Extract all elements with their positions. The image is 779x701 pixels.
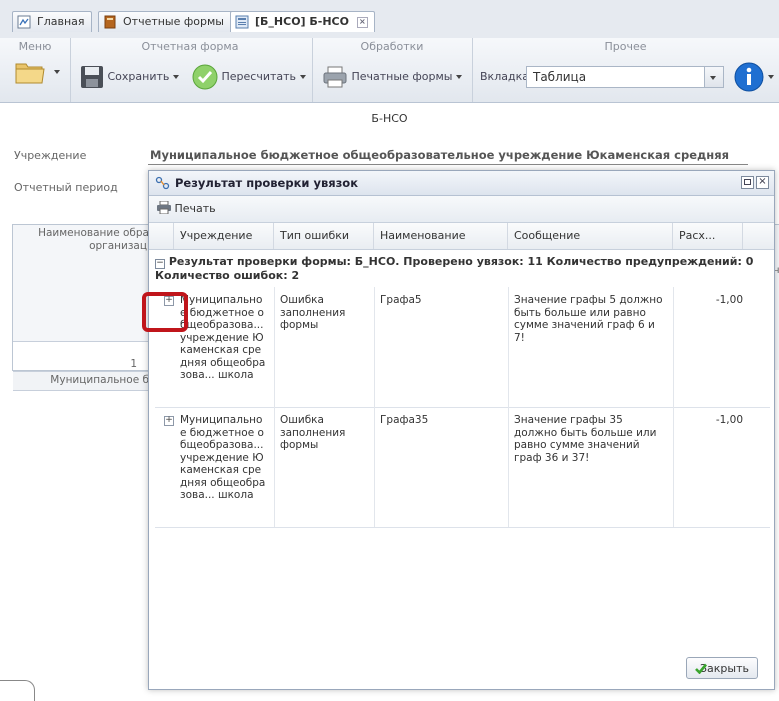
maximize-icon[interactable]	[741, 176, 754, 189]
chevron-down-icon[interactable]	[704, 67, 723, 87]
validation-dialog: Результат проверки увязок × Печать Учреж…	[148, 170, 775, 690]
cell-error-type: Ошибка заполнения формы	[280, 414, 346, 451]
cell-error-type: Ошибка заполнения формы	[280, 294, 346, 331]
floppy-icon	[81, 66, 103, 88]
cell-institution: Муниципальное бюджетное общеобразова... …	[180, 414, 266, 501]
background-grid: Наименование обра организац 1 Муниципаль…	[12, 224, 149, 391]
tab-select-value: Таблица	[533, 70, 587, 84]
bg-num: 1	[130, 358, 137, 370]
column-header-institution[interactable]: Учреждение	[174, 223, 274, 249]
menu-button[interactable]	[14, 58, 60, 84]
table-row[interactable]: + Муниципальное бюджетное общеобразова..…	[155, 407, 770, 528]
home-icon	[17, 15, 31, 29]
tab-b-nso[interactable]: [Б_НСО] Б-НСО ×	[230, 11, 375, 32]
highlight-annotation	[142, 292, 188, 332]
cell-institution: Муниципальное бюджетное общеобразова... …	[180, 294, 266, 381]
close-button[interactable]: Закрыть	[686, 657, 758, 679]
group-row[interactable]: − Результат проверки формы: Б_НСО. Прове…	[155, 255, 767, 282]
cell-difference: -1,00	[715, 294, 743, 306]
recalculate-button[interactable]: Пересчитать	[192, 64, 307, 90]
collapse-icon[interactable]: −	[155, 259, 165, 269]
group-title-menu: Меню	[18, 40, 52, 53]
tab-report-forms[interactable]: Отчетные формы ×	[98, 11, 250, 32]
column-header-message[interactable]: Сообщение	[508, 223, 673, 249]
corner-fragment	[0, 680, 35, 701]
group-text: Результат проверки формы: Б_НСО. Провере…	[155, 255, 754, 282]
divider	[148, 164, 748, 165]
group-title-other: Прочее	[604, 40, 647, 53]
cell-difference: -1,00	[715, 414, 743, 426]
book-icon	[104, 15, 116, 29]
save-button[interactable]: Сохранить	[80, 64, 180, 90]
folder-icon	[15, 63, 45, 84]
bg-header: Наименование обра организац	[38, 227, 149, 252]
expand-row-icon[interactable]: +	[164, 416, 174, 426]
form-icon	[235, 15, 249, 29]
tab-label: Отчетные формы	[123, 15, 224, 28]
group-title-report-form: Отчетная форма	[141, 40, 239, 53]
column-header-difference[interactable]: Расх...	[673, 223, 743, 249]
institution-label: Учреждение	[14, 149, 87, 162]
institution-value: Муниципальное бюджетное общеобразователь…	[150, 148, 730, 162]
bg-row-value: Муниципальное б	[50, 374, 149, 386]
checkmark-icon	[695, 663, 707, 674]
group-title-processing: Обработки	[360, 40, 424, 53]
close-icon[interactable]: ×	[356, 16, 368, 28]
cell-message: Значение графы 5 должно быть больше или …	[514, 294, 663, 344]
info-icon	[734, 62, 764, 92]
dialog-title: Результат проверки увязок	[175, 176, 358, 190]
cell-name: Графа35	[380, 414, 429, 426]
dialog-toolbar: Печать	[149, 196, 774, 223]
check-circle-icon	[192, 64, 218, 90]
close-icon[interactable]: ×	[756, 176, 769, 189]
table-row[interactable]: + Муниципальное бюджетное общеобразова..…	[155, 287, 770, 408]
column-header-error-type[interactable]: Тип ошибки	[274, 223, 374, 249]
tab-select[interactable]: Таблица	[526, 66, 724, 88]
print-forms-button[interactable]: Печатные формы	[322, 64, 463, 90]
printer-icon	[157, 200, 171, 215]
tab-label: Главная	[37, 15, 85, 28]
tab-bar: Главная Отчетные формы × [Б_НСО] Б-НСО ×	[0, 0, 779, 39]
info-button[interactable]	[734, 62, 774, 95]
tab-home[interactable]: Главная	[12, 11, 92, 32]
link-check-icon	[155, 176, 170, 190]
form-title: Б-НСО	[371, 112, 408, 125]
column-header-name[interactable]: Наименование	[374, 223, 508, 249]
cell-message: Значение графы 35 должно быть больше или…	[514, 414, 657, 464]
grid-header: Учреждение Тип ошибки Наименование Сообщ…	[149, 223, 774, 250]
print-button[interactable]: Печать	[157, 200, 216, 217]
printer-icon	[323, 66, 347, 88]
dialog-header[interactable]: Результат проверки увязок ×	[149, 171, 774, 196]
cell-name: Графа5	[380, 294, 422, 306]
period-label: Отчетный период	[14, 181, 118, 194]
toolbar: Меню Отчетная форма Обработки Прочее Сох…	[0, 38, 779, 103]
tab-select-label: Вкладка	[480, 70, 529, 83]
tab-label: [Б_НСО] Б-НСО	[255, 15, 349, 28]
